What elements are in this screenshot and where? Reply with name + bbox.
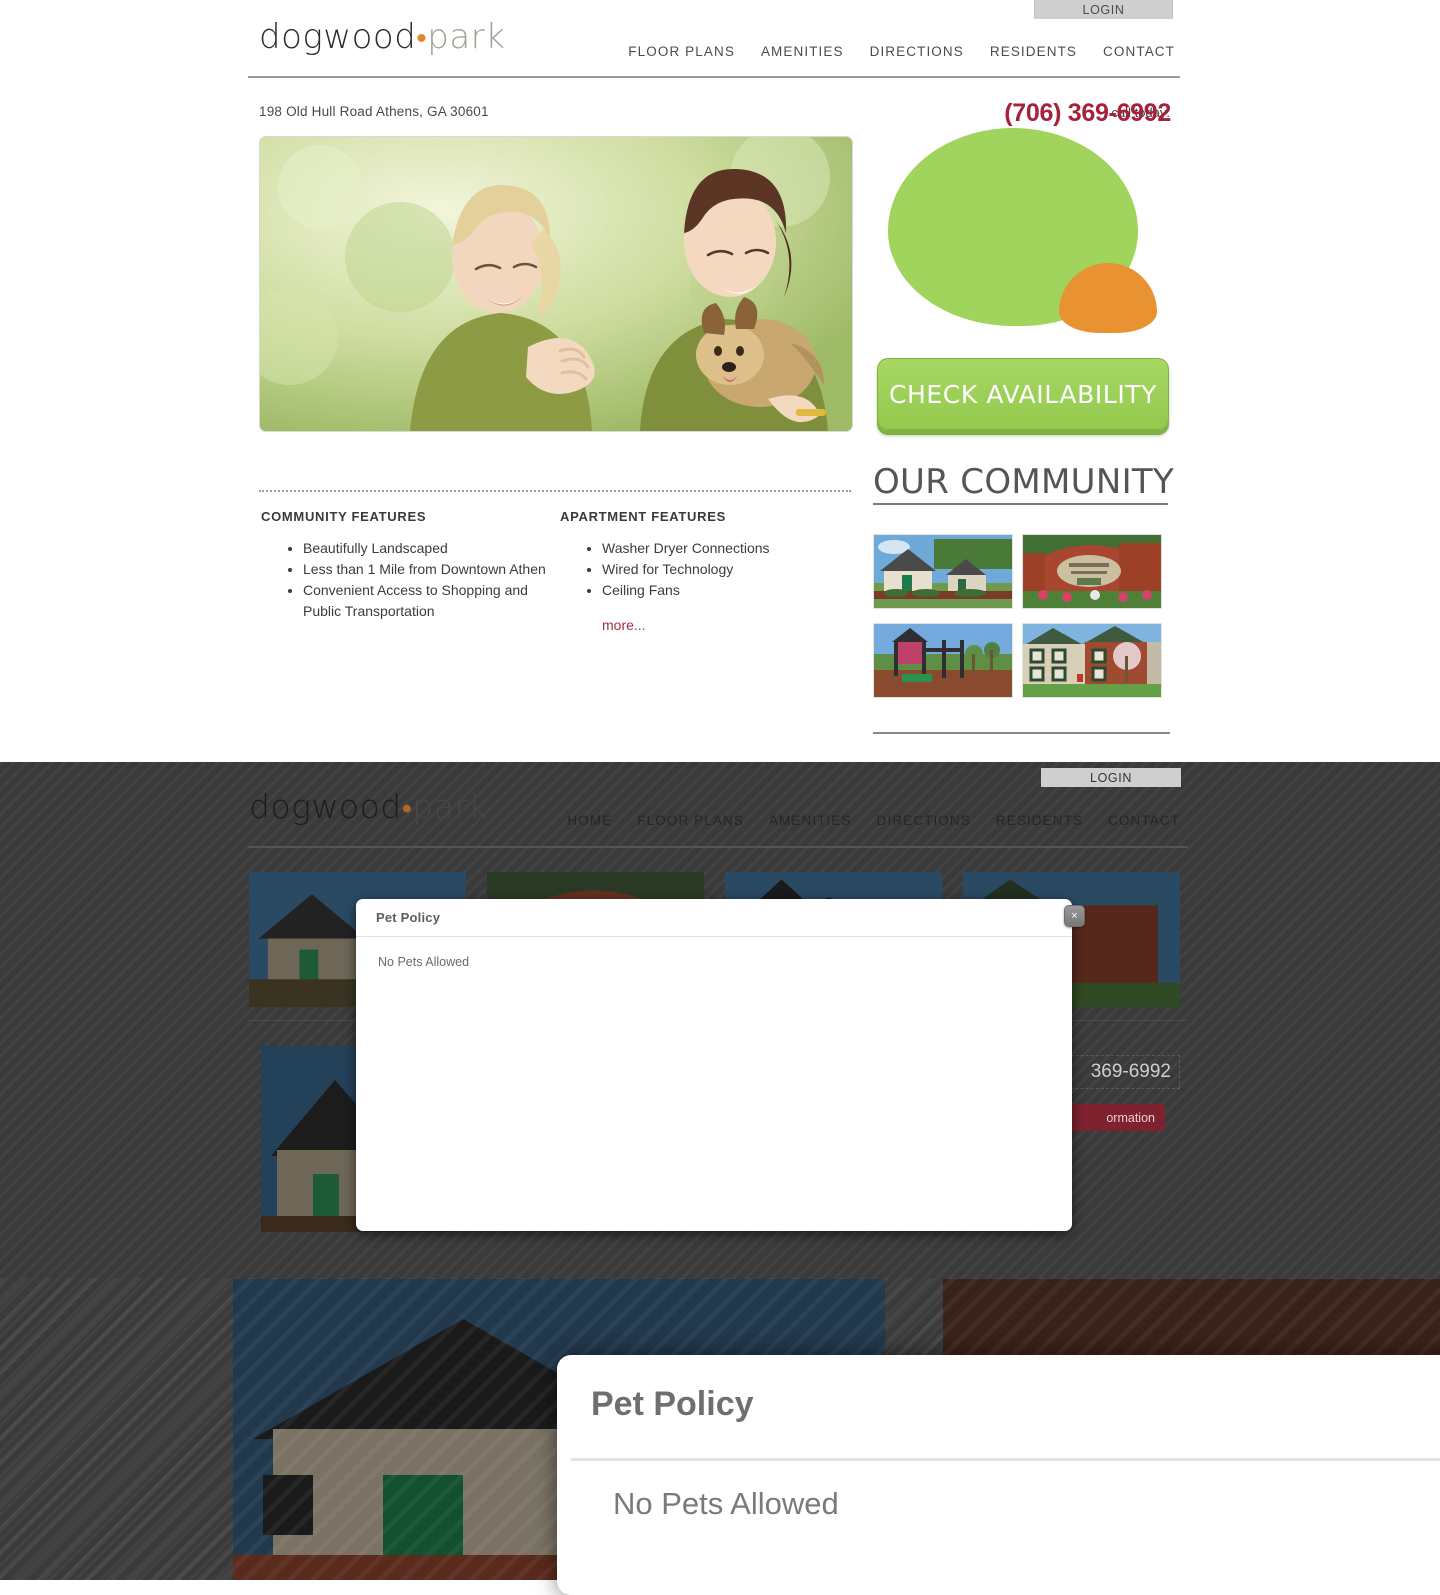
nav-item-directions[interactable]: DIRECTIONS [870,44,964,59]
modal-header: Pet Policy × [356,899,1085,937]
dark-nav-item-residents[interactable]: RESIDENTS [996,813,1083,828]
modal-zoomed-body: No Pets Allowed [613,1486,839,1521]
dark-header-divider [248,846,1188,848]
modal-body: No Pets Allowed [378,955,470,969]
our-community-title: OUR COMMUNITY [873,462,1175,502]
pet-policy-modal: Pet Policy × No Pets Allowed [356,899,1085,1231]
gallery-thumb-entrance-sign[interactable] [1022,534,1162,609]
login-button[interactable]: LOGIN [1034,0,1173,19]
hero-photo-illustration [260,137,852,431]
list-item: Beautifully Landscaped [303,538,551,559]
brick-sign-illustration [1023,535,1161,608]
community-features-column: COMMUNITY FEATURES Beautifully Landscape… [261,509,551,622]
phone-number[interactable]: (706) 369-6992 [1004,99,1171,128]
playground-illustration [874,624,1012,697]
nav-item-residents[interactable]: RESIDENTS [990,44,1077,59]
apartment-features-title: APARTMENT FEATURES [560,509,726,524]
dark-site-logo[interactable]: dogwood•park [249,790,488,823]
ranch-building-illustration [874,535,1012,608]
gallery-thumb-two-story-building[interactable] [1022,623,1162,698]
login-label: LOGIN [1082,2,1125,17]
modal-zoomed-divider [571,1458,1440,1461]
hero-photo [259,136,853,432]
logo-word-primary: dogwood [259,17,417,57]
more-link[interactable]: more... [602,617,850,633]
list-item: Washer Dryer Connections [602,538,850,559]
apartment-features-list: Washer Dryer Connections Wired for Techn… [560,538,850,601]
our-community-divider [873,503,1168,505]
gallery-thumb-ranch-building[interactable] [873,534,1013,609]
dark-logo-word-secondary: park [412,787,489,826]
logo-dot-icon: • [416,21,428,56]
dark-logo-word-primary: dogwood [249,787,402,826]
close-icon[interactable]: × [1064,905,1085,927]
site-logo[interactable]: dogwood•park [259,20,505,54]
nav-item-amenities[interactable]: AMENITIES [761,44,844,59]
check-availability-label: CHECK AVAILABILITY [888,379,1158,409]
pet-policy-modal-zoomed: Pet Policy No Pets Allowed [557,1355,1440,1595]
list-item: Wired for Technology [602,559,850,580]
header-divider [248,76,1180,78]
modal-title: Pet Policy [376,910,441,925]
list-item: Less than 1 Mile from Downtown Athen [303,559,551,580]
check-availability-button[interactable]: CHECK AVAILABILITY [877,358,1169,430]
dark-nav-item-home[interactable]: HOME [567,813,612,828]
apartment-features-column: APARTMENT FEATURES Washer Dryer Connecti… [560,509,850,633]
list-item: Convenient Access to Shopping and Public… [303,580,551,622]
community-features-title: COMMUNITY FEATURES [261,509,427,524]
features-divider [259,490,851,492]
logo-word-secondary: park [427,17,506,57]
dark-nav-item-floor-plans[interactable]: FLOOR PLANS [637,813,744,828]
dark-logo-dot-icon: • [401,791,413,825]
gallery-thumb-playground[interactable] [873,623,1013,698]
two-story-building-illustration [1023,624,1161,697]
community-bottom-divider [873,732,1170,734]
dark-nav-item-directions[interactable]: DIRECTIONS [877,813,971,828]
modal-zoomed-title: Pet Policy [591,1385,754,1423]
dark-nav-item-amenities[interactable]: AMENITIES [769,813,852,828]
community-gallery [873,534,1169,698]
dark-login-label: LOGIN [1090,770,1132,785]
dark-nav-item-contact[interactable]: CONTACT [1108,813,1180,828]
light-site-section: LOGIN dogwood•park FLOOR PLANS AMENITIES… [0,0,1440,762]
dark-primary-nav: HOME FLOOR PLANS AMENITIES DIRECTIONS RE… [560,810,1180,830]
primary-nav: FLOOR PLANS AMENITIES DIRECTIONS RESIDEN… [628,40,1175,62]
community-features-list: Beautifully Landscaped Less than 1 Mile … [261,538,551,622]
nav-item-contact[interactable]: CONTACT [1103,44,1175,59]
list-item: Ceiling Fans [602,580,850,601]
page-root: LOGIN dogwood•park FLOOR PLANS AMENITIES… [0,0,1440,1595]
dark-login-button[interactable]: LOGIN [1041,768,1181,787]
nav-item-floor-plans[interactable]: FLOOR PLANS [628,44,735,59]
address-text: 198 Old Hull Road Athens, GA 30601 [259,104,489,119]
